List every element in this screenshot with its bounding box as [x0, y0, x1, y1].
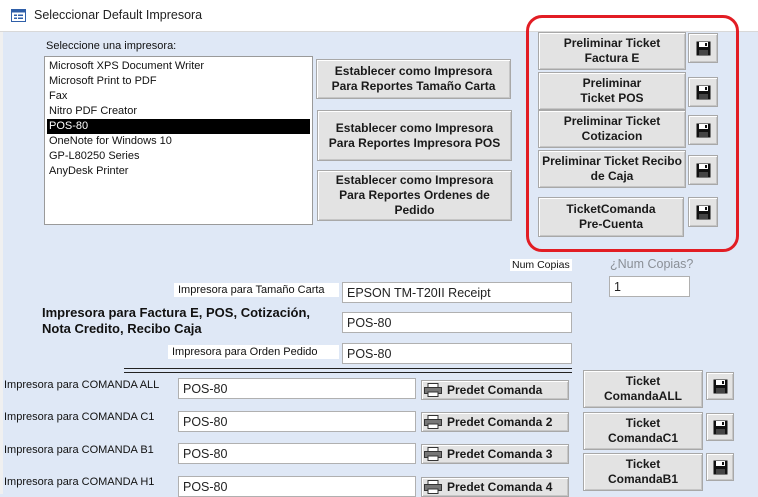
predet-comanda-3-button[interactable]: Predet Comanda 3	[421, 444, 569, 464]
comanda-all-label: Impresora para COMANDA ALL	[4, 379, 160, 391]
printer-list-item[interactable]: Nitro PDF Creator	[47, 104, 310, 119]
num-copias-input[interactable]: 1	[609, 276, 690, 297]
floppy-disk-icon	[713, 460, 727, 474]
floppy-disk-icon	[696, 41, 710, 55]
ticket-comanda-all-label: Ticket ComandaALL	[604, 374, 682, 403]
ticket-comanda-c1-label: Ticket ComandaC1	[607, 416, 678, 445]
pedido-printer-field[interactable]: POS-80	[342, 343, 572, 364]
save-cotizacion-button[interactable]	[688, 115, 718, 145]
printer-list-item[interactable]: Microsoft XPS Document Writer	[47, 59, 310, 74]
comanda-b1-field[interactable]: POS-80	[178, 443, 416, 464]
num-copias-question: ¿Num Copias?	[610, 257, 694, 271]
predet-comanda-label: Predet Comanda	[447, 382, 543, 397]
num-copias-label: Num Copias	[510, 259, 572, 271]
printer-list-item[interactable]: OneNote for Windows 10	[47, 134, 310, 149]
carta-printer-label: Impresora para Tamaño Carta	[174, 283, 339, 297]
preliminar-recibo-caja-button[interactable]: Preliminar Ticket Recibo de Caja	[538, 150, 686, 188]
save-ticket-pos-button[interactable]	[688, 77, 718, 107]
preliminar-factura-e-button[interactable]: Preliminar Ticket Factura E	[538, 32, 686, 70]
printer-list-item[interactable]: POS-80	[47, 119, 310, 134]
comanda-all-field[interactable]: POS-80	[178, 378, 416, 399]
predet-comanda-4-label: Predet Comanda 4	[447, 479, 553, 494]
set-carta-printer-button[interactable]: Establecer como Impresora Para Reportes …	[316, 59, 511, 99]
printer-list-item[interactable]: GP-L80250 Series	[47, 149, 310, 164]
floppy-disk-icon	[696, 163, 710, 177]
printer-list-item[interactable]: Fax	[47, 89, 310, 104]
left-edge-strip	[0, 32, 3, 494]
comanda-c1-label: Impresora para COMANDA C1	[4, 411, 155, 423]
save-comanda-c1-button[interactable]	[706, 413, 734, 441]
set-ordenes-printer-label: Establecer como Impresora Para Reportes …	[335, 173, 494, 217]
preliminar-cotizacion-label: Preliminar Ticket Cotizacion	[563, 114, 661, 143]
form-icon	[11, 9, 26, 22]
printer-icon	[424, 480, 442, 494]
factura-printer-label: Impresora para Factura E, POS, Cotizació…	[42, 305, 322, 337]
factura-printer-label-text: Impresora para Factura E, POS, Cotizació…	[42, 305, 311, 336]
preliminar-recibo-caja-label: Preliminar Ticket Recibo de Caja	[542, 154, 682, 183]
printer-icon	[424, 415, 442, 429]
printer-list-item[interactable]: AnyDesk Printer	[47, 164, 310, 179]
save-comanda-b1-button[interactable]	[706, 453, 734, 481]
printer-list-label: Seleccione una impresora:	[46, 40, 177, 52]
floppy-disk-icon	[696, 85, 710, 99]
ticketcomanda-precuenta-label: TicketComanda Pre-Cuenta	[566, 202, 656, 231]
printer-list-item[interactable]: Microsoft Print to PDF	[47, 74, 310, 89]
comanda-c1-field[interactable]: POS-80	[178, 411, 416, 432]
set-pos-printer-button[interactable]: Establecer como Impresora Para Reportes …	[317, 110, 512, 161]
set-carta-printer-label: Establecer como Impresora Para Reportes …	[331, 64, 496, 93]
save-factura-e-button[interactable]	[688, 33, 718, 63]
pedido-printer-label: Impresora para Orden Pedido	[168, 345, 339, 359]
preliminar-cotizacion-button[interactable]: Preliminar Ticket Cotizacion	[538, 110, 686, 148]
set-ordenes-printer-button[interactable]: Establecer como Impresora Para Reportes …	[317, 170, 512, 221]
floppy-disk-icon	[713, 420, 727, 434]
preliminar-ticket-pos-label: Preliminar Ticket POS	[580, 76, 644, 105]
floppy-disk-icon	[713, 379, 727, 393]
preliminar-factura-e-label: Preliminar Ticket Factura E	[563, 36, 661, 65]
ticket-comanda-b1-button[interactable]: Ticket ComandaB1	[583, 453, 703, 491]
factura-printer-field[interactable]: POS-80	[342, 312, 572, 333]
separator-bottom	[124, 372, 572, 373]
separator-top	[124, 368, 572, 369]
carta-printer-field[interactable]: EPSON TM-T20II Receipt	[342, 282, 572, 303]
predet-comanda-2-button[interactable]: Predet Comanda 2	[421, 412, 569, 432]
printer-icon	[424, 447, 442, 461]
floppy-disk-icon	[696, 123, 710, 137]
preliminar-ticket-pos-button[interactable]: Preliminar Ticket POS	[538, 72, 686, 110]
ticket-comanda-b1-label: Ticket ComandaB1	[607, 457, 678, 486]
ticketcomanda-precuenta-button[interactable]: TicketComanda Pre-Cuenta	[538, 197, 684, 237]
printer-listbox[interactable]: Microsoft XPS Document Writer Microsoft P…	[44, 56, 313, 225]
predet-comanda-4-button[interactable]: Predet Comanda 4	[421, 477, 569, 497]
printer-icon	[424, 383, 442, 397]
ticket-comanda-all-button[interactable]: Ticket ComandaALL	[583, 370, 703, 408]
predet-comanda-3-label: Predet Comanda 3	[447, 446, 553, 461]
save-recibo-caja-button[interactable]	[688, 155, 718, 185]
set-pos-printer-label: Establecer como Impresora Para Reportes …	[328, 120, 501, 150]
predet-comanda-button[interactable]: Predet Comanda	[421, 380, 569, 400]
window-title: Seleccionar Default Impresora	[34, 8, 203, 22]
ticket-comanda-c1-button[interactable]: Ticket ComandaC1	[583, 412, 703, 450]
comanda-h1-label: Impresora para COMANDA H1	[4, 476, 155, 488]
save-comanda-all-button[interactable]	[706, 372, 734, 400]
predet-comanda-2-label: Predet Comanda 2	[447, 414, 553, 429]
floppy-disk-icon	[696, 205, 710, 219]
save-precuenta-button[interactable]	[688, 197, 718, 227]
comanda-b1-label: Impresora para COMANDA B1	[4, 444, 154, 456]
